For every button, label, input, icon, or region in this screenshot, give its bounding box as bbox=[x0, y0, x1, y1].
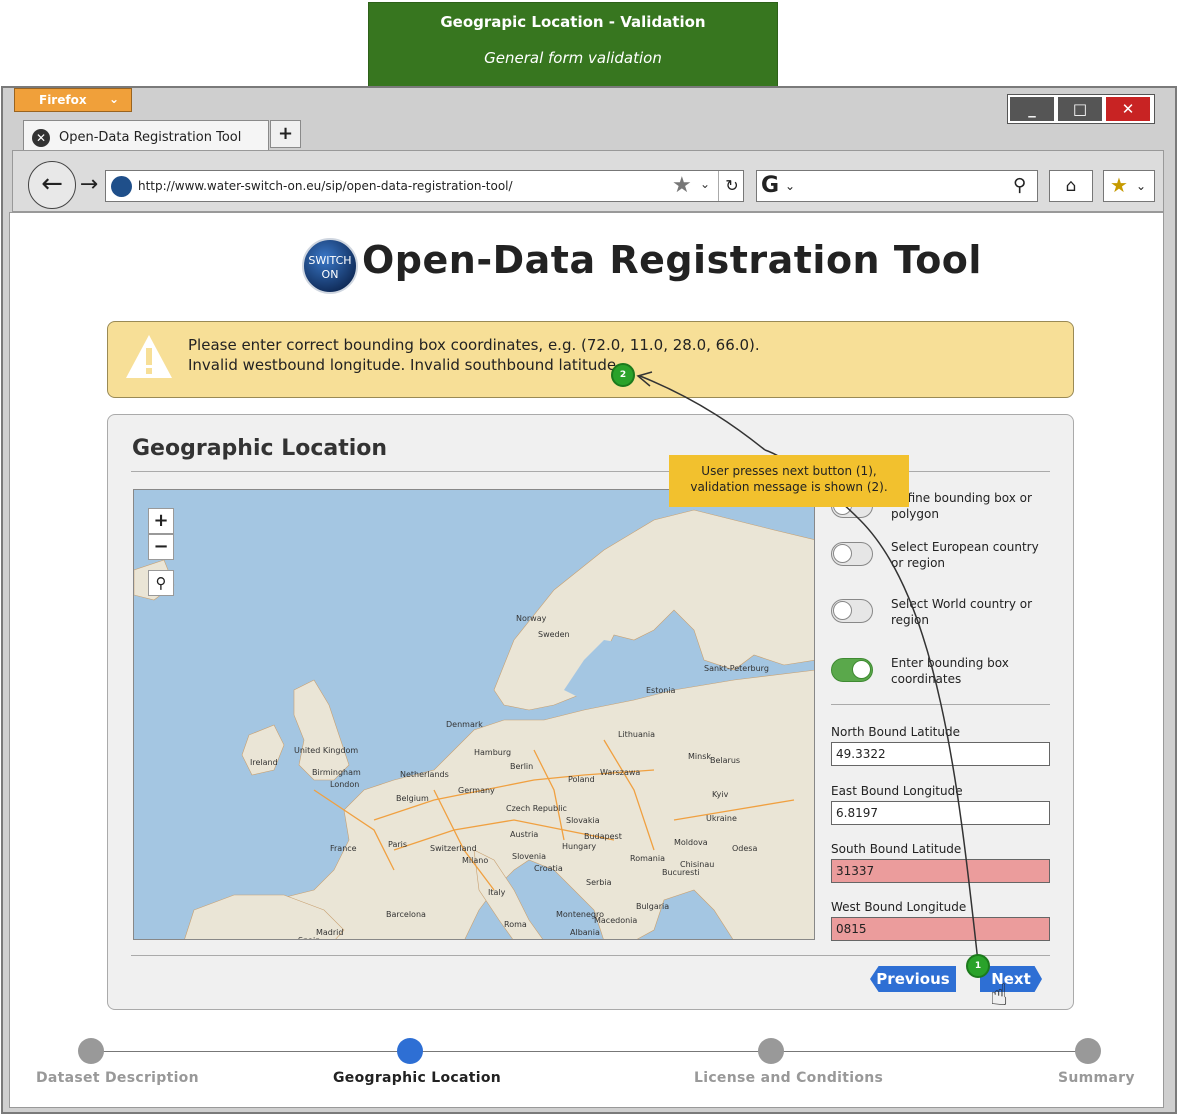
annotation-note: User presses next button (1), validation… bbox=[669, 455, 909, 507]
annotation-arrows bbox=[636, 371, 979, 963]
note-line-2: validation message is shown (2). bbox=[690, 480, 888, 494]
annotation-badge-1: 1 bbox=[966, 954, 990, 978]
annotation-badge-2: 2 bbox=[611, 363, 635, 387]
note-line-1: User presses next button (1), bbox=[701, 464, 877, 478]
